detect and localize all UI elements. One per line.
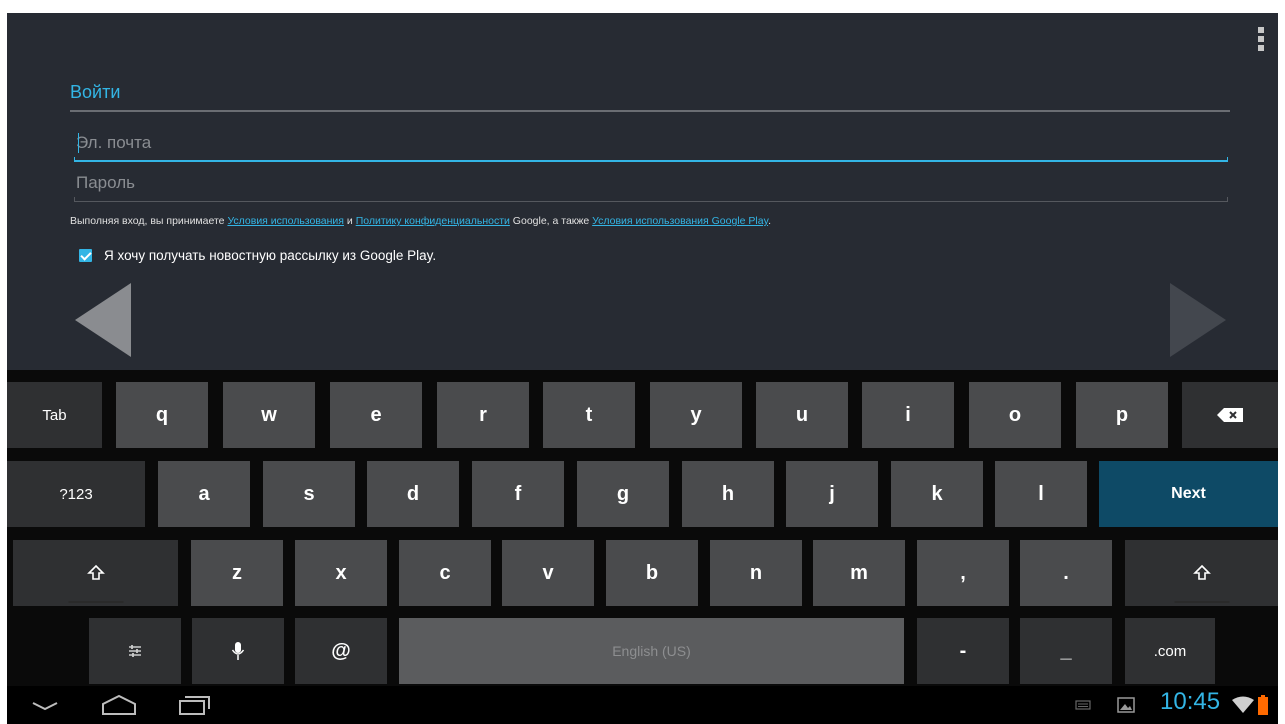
key-f[interactable]: f <box>472 461 564 527</box>
hide-keyboard-icon[interactable] <box>29 692 61 718</box>
key-d[interactable]: d <box>367 461 459 527</box>
backspace-key[interactable] <box>1182 382 1278 448</box>
terms-of-service-link[interactable]: Условия использования <box>227 215 344 227</box>
space-key[interactable]: English (US) <box>399 618 904 684</box>
key-h[interactable]: h <box>682 461 774 527</box>
key-a[interactable]: a <box>158 461 250 527</box>
email-field-container <box>74 128 1228 164</box>
key-r[interactable]: r <box>437 382 529 448</box>
key-underscore[interactable]: _ <box>1020 618 1112 684</box>
shift-icon <box>1192 564 1211 580</box>
status-clock: 10:45 <box>1160 688 1221 715</box>
key-t[interactable]: t <box>543 382 635 448</box>
password-underline <box>74 197 1228 202</box>
terms-notice: Выполняя вход, вы принимаете Условия исп… <box>70 215 771 227</box>
wifi-icon <box>1232 696 1254 713</box>
key-b[interactable]: b <box>606 540 698 606</box>
terms-text: и <box>343 215 356 227</box>
key-s[interactable]: s <box>263 461 355 527</box>
key-v[interactable]: v <box>502 540 594 606</box>
gallery-icon <box>1117 697 1135 713</box>
settings-sliders-icon <box>129 645 141 657</box>
key-x[interactable]: x <box>295 540 387 606</box>
terms-text: Выполняя вход, вы принимаете <box>70 215 228 227</box>
email-field[interactable] <box>74 128 1228 158</box>
battery-icon <box>1258 695 1268 715</box>
newsletter-label: Я хочу получать новостную рассылку из Go… <box>104 248 437 263</box>
key-c[interactable]: c <box>399 540 491 606</box>
tab-key[interactable]: Tab <box>7 382 102 448</box>
key-j[interactable]: j <box>786 461 878 527</box>
key-i[interactable]: i <box>862 382 954 448</box>
shift-icon <box>86 564 105 580</box>
privacy-policy-link[interactable]: Политику конфиденциальности <box>356 215 510 227</box>
key-e[interactable]: e <box>330 382 422 448</box>
microphone-icon <box>231 642 245 660</box>
key-o[interactable]: o <box>969 382 1061 448</box>
email-underline <box>74 157 1228 162</box>
key-z[interactable]: z <box>191 540 283 606</box>
key-l[interactable]: l <box>995 461 1087 527</box>
key-y[interactable]: y <box>650 382 742 448</box>
key-period[interactable]: . <box>1020 540 1112 606</box>
key-comma[interactable]: , <box>917 540 1009 606</box>
keyboard-status-icon <box>1075 700 1091 710</box>
home-icon[interactable] <box>99 692 139 718</box>
overflow-menu-icon[interactable] <box>1258 27 1264 51</box>
key-g[interactable]: g <box>577 461 669 527</box>
key-n[interactable]: n <box>710 540 802 606</box>
key-w[interactable]: w <box>223 382 315 448</box>
backspace-icon <box>1217 408 1243 422</box>
next-arrow-icon[interactable] <box>1170 283 1226 357</box>
dotcom-key[interactable]: .com <box>1125 618 1215 684</box>
text-cursor <box>78 133 79 153</box>
key-at[interactable]: @ <box>295 618 387 684</box>
symbols-key[interactable]: ?123 <box>7 461 145 527</box>
system-navigation-bar: 10:45 <box>7 686 1278 724</box>
newsletter-checkbox[interactable] <box>79 249 92 262</box>
key-hyphen[interactable]: - <box>917 618 1009 684</box>
title-divider <box>70 110 1230 112</box>
voice-input-key[interactable] <box>192 618 284 684</box>
password-field[interactable] <box>74 168 1228 198</box>
password-field-container <box>74 168 1228 204</box>
key-q[interactable]: q <box>116 382 208 448</box>
terms-text: Google, а также <box>509 215 593 227</box>
google-play-terms-link[interactable]: Условия использования Google Play <box>592 215 768 227</box>
back-arrow-icon[interactable] <box>75 283 131 357</box>
key-k[interactable]: k <box>891 461 983 527</box>
soft-keyboard: Tab q w e r t y u i o p ?123 a s d f g h… <box>7 370 1278 686</box>
keyboard-settings-key[interactable] <box>89 618 181 684</box>
left-shift-key[interactable] <box>13 540 178 606</box>
right-shift-key[interactable] <box>1125 540 1278 606</box>
page-title: Войти <box>70 82 121 102</box>
android-screen: Войти Выполняя вход, вы принимаете Услов… <box>7 13 1278 724</box>
terms-text: . <box>768 215 771 227</box>
key-u[interactable]: u <box>756 382 848 448</box>
key-m[interactable]: m <box>813 540 905 606</box>
newsletter-option[interactable]: Я хочу получать новостную рассылку из Go… <box>79 248 436 263</box>
recent-apps-icon[interactable] <box>177 692 213 718</box>
next-key[interactable]: Next <box>1099 461 1278 527</box>
key-p[interactable]: p <box>1076 382 1168 448</box>
